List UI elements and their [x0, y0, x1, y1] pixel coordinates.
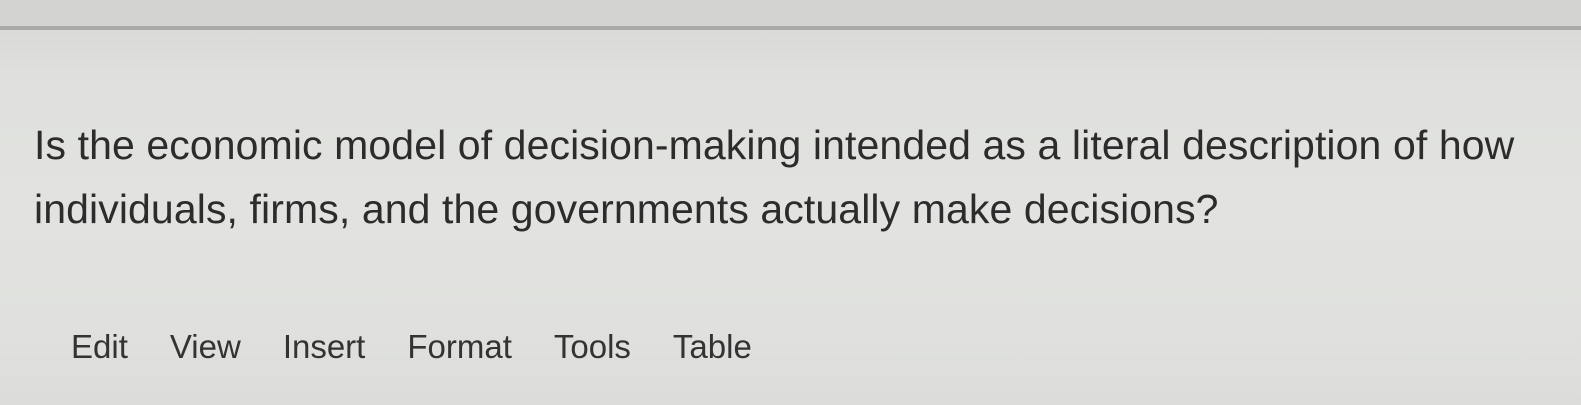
menu-tools[interactable]: Tools [554, 326, 631, 368]
menu-edit[interactable]: Edit [71, 326, 128, 368]
top-strip [0, 0, 1581, 26]
menu-format[interactable]: Format [407, 326, 512, 368]
menu-view[interactable]: View [170, 326, 241, 368]
question-text: Is the economic model of decision-making… [34, 113, 1544, 241]
question-line-1: Is the economic model of decision-making… [34, 122, 1515, 168]
question-line-2: individuals, firms, and the governments … [34, 186, 1219, 232]
editor-menubar: Edit View Insert Format Tools Table [71, 322, 752, 372]
menu-table[interactable]: Table [673, 326, 752, 368]
menu-insert[interactable]: Insert [283, 326, 366, 368]
screen: Is the economic model of decision-making… [0, 0, 1581, 405]
top-divider [0, 26, 1581, 30]
